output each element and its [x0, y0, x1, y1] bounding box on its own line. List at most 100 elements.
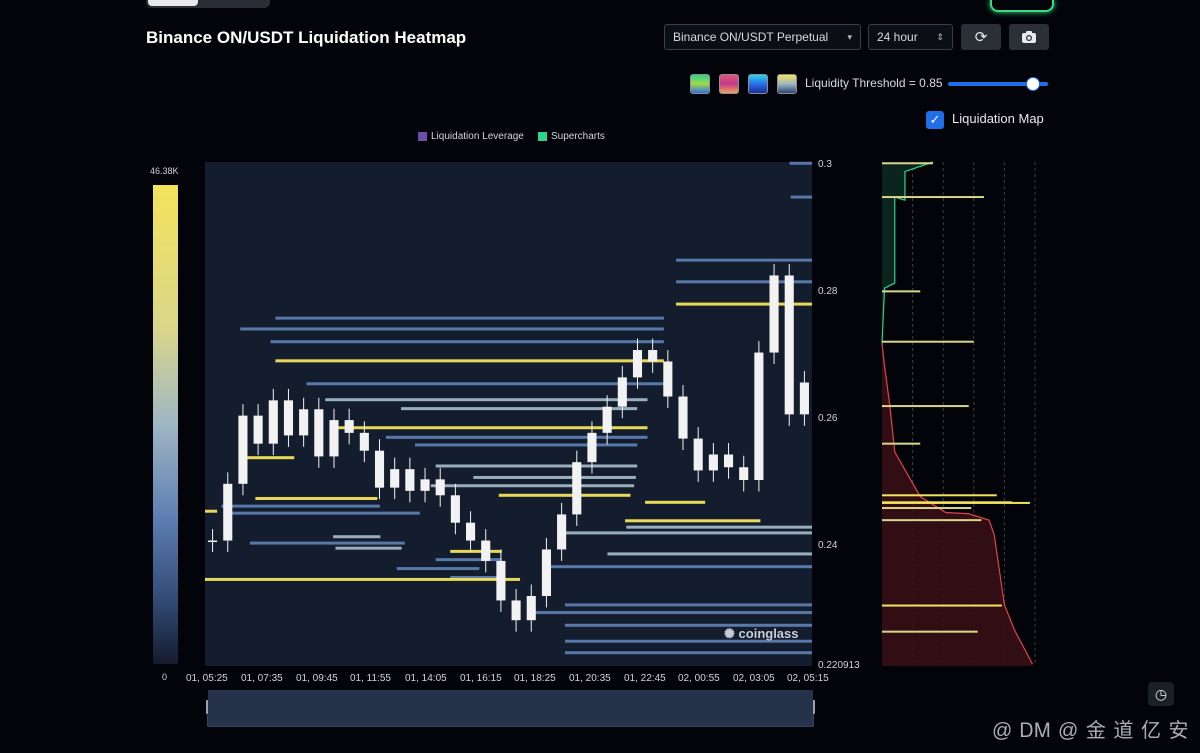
x-tick-label: 01, 22:45 — [624, 673, 666, 684]
liquidation-level — [335, 546, 402, 550]
candle-body — [359, 432, 369, 451]
candle-body — [769, 275, 779, 353]
candle-body — [587, 432, 597, 463]
liquidation-level — [275, 359, 664, 363]
candle-body — [390, 469, 400, 488]
liqmap-bar — [882, 494, 997, 497]
liquidation-level — [240, 327, 664, 331]
candle-body — [754, 352, 764, 480]
y-tick-label: 0.3 — [818, 159, 832, 170]
liquidation-level — [249, 541, 405, 545]
candle-body — [283, 400, 294, 436]
liquidation-level — [435, 464, 638, 468]
liquidation-level — [790, 195, 812, 199]
candle-body — [511, 600, 521, 621]
candle-body — [708, 454, 718, 471]
candle-body — [678, 396, 688, 439]
liqmap-bar — [882, 340, 974, 343]
liquidation-level — [325, 398, 648, 402]
candle-body — [420, 479, 430, 491]
liqmap-bar — [882, 519, 982, 522]
candle-body — [602, 406, 612, 433]
liquidation-level — [450, 549, 502, 553]
coinglass-logo-icon: ✺ — [724, 626, 735, 641]
liquidation-level — [498, 493, 631, 497]
candle-body — [693, 438, 703, 471]
liqmap-bar — [882, 196, 984, 199]
liquidation-level — [564, 651, 812, 655]
liquidation-level — [385, 435, 648, 439]
liqmap-bar — [882, 604, 1002, 607]
liquidation-level — [205, 509, 218, 513]
coinglass-watermark: ✺ coinglass — [724, 626, 799, 642]
candle-body — [632, 349, 643, 378]
candle-body — [238, 415, 248, 484]
x-tick-label: 02, 00:55 — [678, 673, 720, 684]
liquidation-level — [676, 258, 812, 262]
liquidation-level — [205, 577, 521, 581]
y-tick-label: 0.220913 — [818, 660, 860, 671]
candle-body — [648, 349, 658, 362]
liquidation-level — [626, 525, 812, 529]
candle-body — [526, 595, 536, 621]
liquidation-level — [564, 531, 812, 535]
y-tick-label: 0.26 — [818, 413, 838, 424]
x-tick-label: 01, 09:45 — [296, 673, 338, 684]
candle-body — [481, 540, 491, 561]
liqmap-bar — [882, 630, 978, 633]
liquidation-level — [306, 382, 664, 386]
liquidation-level — [473, 475, 636, 479]
candle-body — [496, 560, 506, 601]
liquidation-level — [255, 496, 378, 500]
candle-body — [466, 522, 476, 541]
x-tick-label: 01, 11:55 — [350, 673, 391, 684]
liquidation-level — [625, 519, 761, 523]
liquidation-level — [550, 565, 812, 569]
long-cumulative-area — [882, 162, 933, 344]
liquidation-level — [229, 511, 420, 515]
candle-body — [435, 479, 445, 496]
candle-body — [541, 549, 551, 596]
candle-body — [723, 454, 734, 468]
liquidation-level — [789, 161, 812, 165]
candle-body — [557, 514, 567, 550]
liquidation-level — [607, 552, 812, 556]
liquidation-level — [330, 426, 648, 430]
candle-body — [405, 469, 415, 491]
x-tick-label: 01, 07:35 — [241, 673, 283, 684]
y-tick-label: 0.24 — [818, 540, 838, 551]
x-tick-label: 01, 20:35 — [569, 673, 611, 684]
liquidation-level — [401, 407, 638, 411]
liquidation-level — [333, 535, 381, 539]
liquidation-level — [535, 611, 812, 615]
chart-canvas — [205, 161, 1036, 727]
candle-body — [208, 540, 218, 543]
x-tick-label: 01, 14:05 — [405, 673, 447, 684]
candle-body — [299, 409, 309, 436]
clock-icon: ◷ — [1154, 686, 1168, 702]
history-button[interactable]: ◷ — [1148, 682, 1174, 706]
candle-body — [572, 462, 582, 515]
candle-body — [268, 400, 278, 444]
footer-watermark: @ ᎠᎷ @ 金 道 亿 安 — [992, 720, 1190, 742]
coinglass-wordmark: coinglass — [738, 626, 799, 641]
liquidation-level — [275, 316, 664, 320]
candle-body — [344, 420, 354, 433]
candle-body — [314, 409, 324, 457]
liquidation-level — [645, 500, 706, 504]
candle-body — [739, 467, 749, 480]
x-tick-label: 01, 16:15 — [460, 673, 502, 684]
liqmap-bar — [882, 290, 921, 293]
liquidation-level — [430, 484, 635, 488]
liqmap-bar — [882, 405, 969, 408]
candle-body — [253, 415, 263, 444]
candle-body — [329, 420, 339, 457]
candle-body — [450, 495, 460, 523]
time-navigator[interactable] — [208, 690, 813, 726]
liquidation-level — [564, 603, 812, 607]
liquidation-level — [221, 504, 380, 508]
liqmap-bar — [882, 442, 921, 445]
x-tick-label: 01, 18:25 — [514, 673, 556, 684]
liqmap-bar — [882, 501, 1013, 504]
y-tick-label: 0.28 — [818, 286, 838, 297]
